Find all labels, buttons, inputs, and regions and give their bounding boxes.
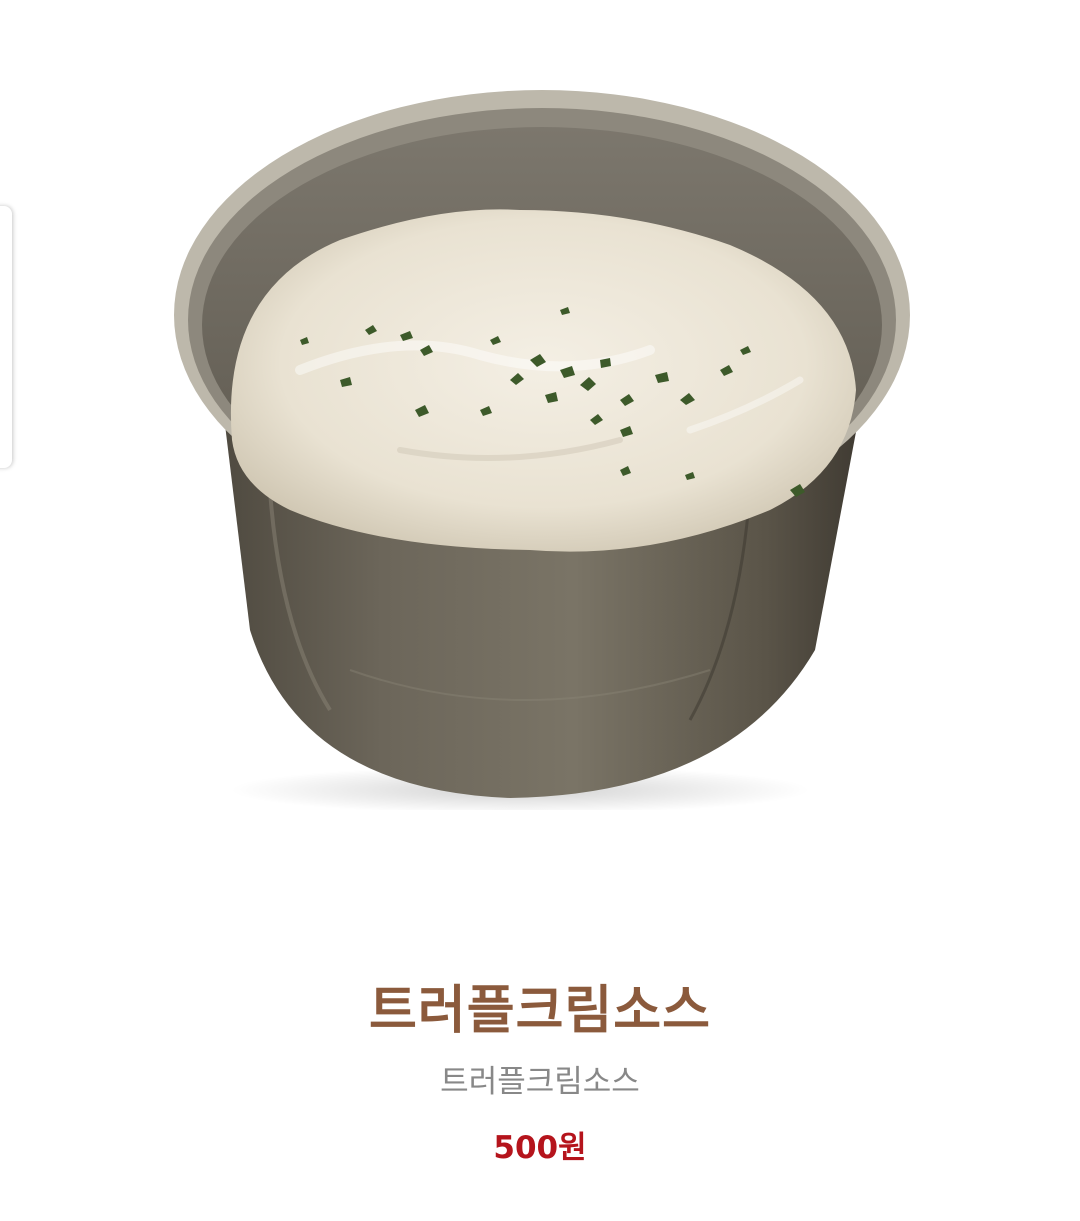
product-image xyxy=(174,90,910,810)
product-description: 트러플크림소스 xyxy=(440,1064,640,1100)
product-name: 트러플크림소스 xyxy=(369,981,711,1041)
edge-panel-handle[interactable] xyxy=(0,206,12,468)
product-price: 500원 xyxy=(493,1130,587,1166)
